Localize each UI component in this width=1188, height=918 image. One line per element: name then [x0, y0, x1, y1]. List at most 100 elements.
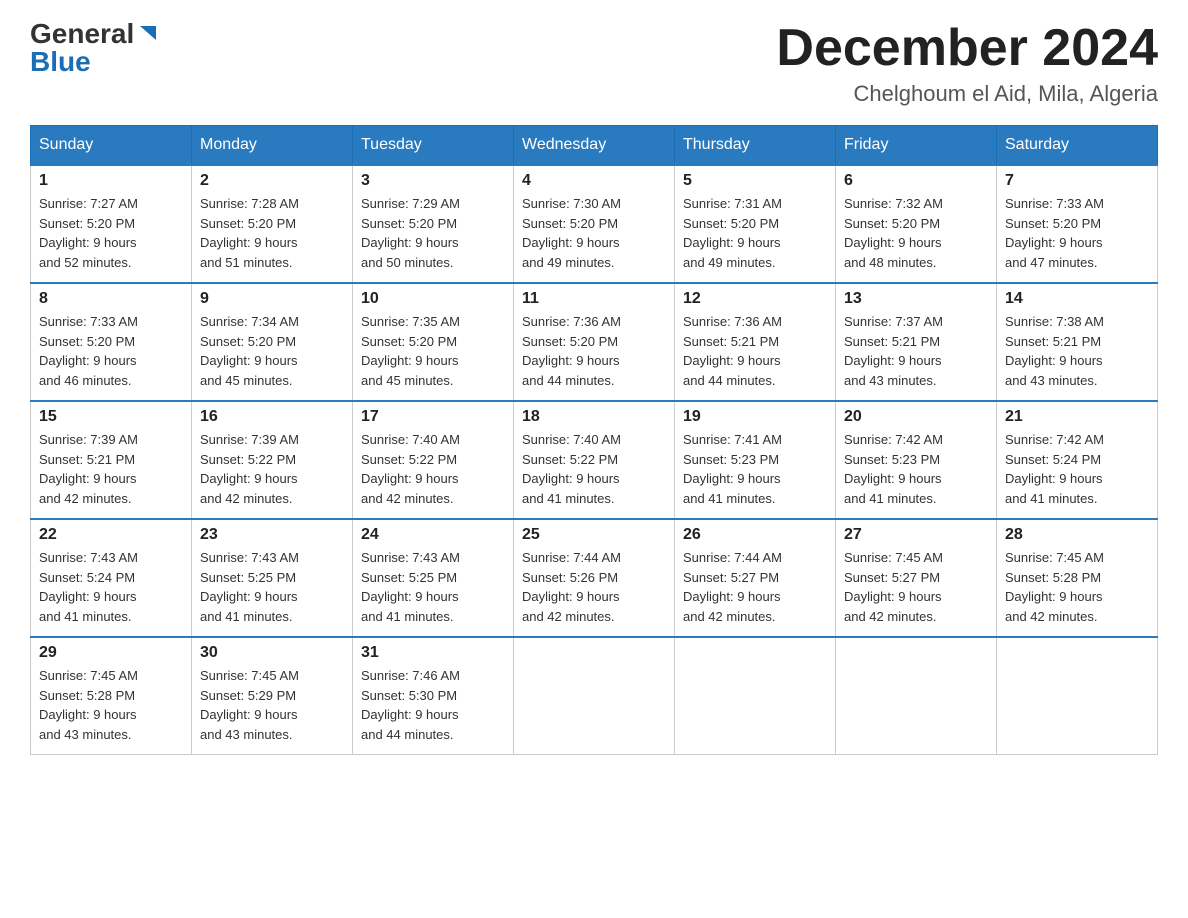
- day-info: Sunrise: 7:37 AM Sunset: 5:21 PM Dayligh…: [844, 312, 988, 390]
- day-number: 30: [200, 644, 344, 662]
- month-title: December 2024: [776, 20, 1158, 77]
- day-info: Sunrise: 7:41 AM Sunset: 5:23 PM Dayligh…: [683, 430, 827, 508]
- calendar-cell: [836, 637, 997, 755]
- day-number: 20: [844, 408, 988, 426]
- day-number: 2: [200, 172, 344, 190]
- day-info: Sunrise: 7:36 AM Sunset: 5:20 PM Dayligh…: [522, 312, 666, 390]
- day-number: 13: [844, 290, 988, 308]
- calendar-cell: 15 Sunrise: 7:39 AM Sunset: 5:21 PM Dayl…: [31, 401, 192, 519]
- weekday-header-monday: Monday: [192, 126, 353, 166]
- calendar-cell: 9 Sunrise: 7:34 AM Sunset: 5:20 PM Dayli…: [192, 283, 353, 401]
- calendar-cell: 5 Sunrise: 7:31 AM Sunset: 5:20 PM Dayli…: [675, 165, 836, 283]
- calendar-cell: 26 Sunrise: 7:44 AM Sunset: 5:27 PM Dayl…: [675, 519, 836, 637]
- day-number: 8: [39, 290, 183, 308]
- day-info: Sunrise: 7:39 AM Sunset: 5:21 PM Dayligh…: [39, 430, 183, 508]
- weekday-header-sunday: Sunday: [31, 126, 192, 166]
- day-info: Sunrise: 7:45 AM Sunset: 5:29 PM Dayligh…: [200, 666, 344, 744]
- logo: General Blue: [30, 20, 158, 76]
- calendar-cell: [514, 637, 675, 755]
- day-number: 24: [361, 526, 505, 544]
- calendar-cell: 12 Sunrise: 7:36 AM Sunset: 5:21 PM Dayl…: [675, 283, 836, 401]
- day-info: Sunrise: 7:42 AM Sunset: 5:23 PM Dayligh…: [844, 430, 988, 508]
- calendar-cell: 10 Sunrise: 7:35 AM Sunset: 5:20 PM Dayl…: [353, 283, 514, 401]
- calendar-cell: 20 Sunrise: 7:42 AM Sunset: 5:23 PM Dayl…: [836, 401, 997, 519]
- day-number: 11: [522, 290, 666, 308]
- day-number: 28: [1005, 526, 1149, 544]
- calendar-week-row: 1 Sunrise: 7:27 AM Sunset: 5:20 PM Dayli…: [31, 165, 1158, 283]
- calendar-cell: 18 Sunrise: 7:40 AM Sunset: 5:22 PM Dayl…: [514, 401, 675, 519]
- weekday-header-saturday: Saturday: [997, 126, 1158, 166]
- logo-general-text: General: [30, 20, 134, 48]
- title-area: December 2024 Chelghoum el Aid, Mila, Al…: [776, 20, 1158, 107]
- day-info: Sunrise: 7:44 AM Sunset: 5:27 PM Dayligh…: [683, 548, 827, 626]
- day-info: Sunrise: 7:28 AM Sunset: 5:20 PM Dayligh…: [200, 194, 344, 272]
- calendar-cell: 31 Sunrise: 7:46 AM Sunset: 5:30 PM Dayl…: [353, 637, 514, 755]
- day-number: 27: [844, 526, 988, 544]
- day-info: Sunrise: 7:36 AM Sunset: 5:21 PM Dayligh…: [683, 312, 827, 390]
- calendar-week-row: 22 Sunrise: 7:43 AM Sunset: 5:24 PM Dayl…: [31, 519, 1158, 637]
- day-info: Sunrise: 7:45 AM Sunset: 5:28 PM Dayligh…: [1005, 548, 1149, 626]
- day-number: 4: [522, 172, 666, 190]
- calendar-cell: 16 Sunrise: 7:39 AM Sunset: 5:22 PM Dayl…: [192, 401, 353, 519]
- day-number: 19: [683, 408, 827, 426]
- calendar-cell: [675, 637, 836, 755]
- day-number: 18: [522, 408, 666, 426]
- weekday-header-wednesday: Wednesday: [514, 126, 675, 166]
- day-number: 14: [1005, 290, 1149, 308]
- day-number: 7: [1005, 172, 1149, 190]
- calendar-cell: 25 Sunrise: 7:44 AM Sunset: 5:26 PM Dayl…: [514, 519, 675, 637]
- calendar-cell: 28 Sunrise: 7:45 AM Sunset: 5:28 PM Dayl…: [997, 519, 1158, 637]
- calendar-table: SundayMondayTuesdayWednesdayThursdayFrid…: [30, 125, 1158, 755]
- day-number: 25: [522, 526, 666, 544]
- day-number: 26: [683, 526, 827, 544]
- day-number: 21: [1005, 408, 1149, 426]
- day-info: Sunrise: 7:27 AM Sunset: 5:20 PM Dayligh…: [39, 194, 183, 272]
- calendar-cell: [997, 637, 1158, 755]
- calendar-cell: 24 Sunrise: 7:43 AM Sunset: 5:25 PM Dayl…: [353, 519, 514, 637]
- day-info: Sunrise: 7:33 AM Sunset: 5:20 PM Dayligh…: [1005, 194, 1149, 272]
- calendar-cell: 3 Sunrise: 7:29 AM Sunset: 5:20 PM Dayli…: [353, 165, 514, 283]
- day-number: 29: [39, 644, 183, 662]
- calendar-cell: 23 Sunrise: 7:43 AM Sunset: 5:25 PM Dayl…: [192, 519, 353, 637]
- day-number: 6: [844, 172, 988, 190]
- day-info: Sunrise: 7:43 AM Sunset: 5:25 PM Dayligh…: [200, 548, 344, 626]
- day-info: Sunrise: 7:32 AM Sunset: 5:20 PM Dayligh…: [844, 194, 988, 272]
- weekday-header-friday: Friday: [836, 126, 997, 166]
- page-header: General Blue December 2024 Chelghoum el …: [30, 20, 1158, 107]
- day-info: Sunrise: 7:44 AM Sunset: 5:26 PM Dayligh…: [522, 548, 666, 626]
- calendar-cell: 8 Sunrise: 7:33 AM Sunset: 5:20 PM Dayli…: [31, 283, 192, 401]
- day-info: Sunrise: 7:31 AM Sunset: 5:20 PM Dayligh…: [683, 194, 827, 272]
- day-number: 22: [39, 526, 183, 544]
- calendar-week-row: 15 Sunrise: 7:39 AM Sunset: 5:21 PM Dayl…: [31, 401, 1158, 519]
- calendar-cell: 1 Sunrise: 7:27 AM Sunset: 5:20 PM Dayli…: [31, 165, 192, 283]
- calendar-cell: 30 Sunrise: 7:45 AM Sunset: 5:29 PM Dayl…: [192, 637, 353, 755]
- day-info: Sunrise: 7:35 AM Sunset: 5:20 PM Dayligh…: [361, 312, 505, 390]
- day-info: Sunrise: 7:46 AM Sunset: 5:30 PM Dayligh…: [361, 666, 505, 744]
- day-number: 31: [361, 644, 505, 662]
- calendar-cell: 27 Sunrise: 7:45 AM Sunset: 5:27 PM Dayl…: [836, 519, 997, 637]
- day-info: Sunrise: 7:33 AM Sunset: 5:20 PM Dayligh…: [39, 312, 183, 390]
- day-number: 16: [200, 408, 344, 426]
- day-number: 12: [683, 290, 827, 308]
- logo-triangle-icon: [136, 22, 158, 44]
- day-number: 10: [361, 290, 505, 308]
- calendar-week-row: 8 Sunrise: 7:33 AM Sunset: 5:20 PM Dayli…: [31, 283, 1158, 401]
- weekday-header-thursday: Thursday: [675, 126, 836, 166]
- day-info: Sunrise: 7:38 AM Sunset: 5:21 PM Dayligh…: [1005, 312, 1149, 390]
- day-info: Sunrise: 7:42 AM Sunset: 5:24 PM Dayligh…: [1005, 430, 1149, 508]
- location-title: Chelghoum el Aid, Mila, Algeria: [776, 81, 1158, 107]
- day-info: Sunrise: 7:45 AM Sunset: 5:28 PM Dayligh…: [39, 666, 183, 744]
- calendar-cell: 6 Sunrise: 7:32 AM Sunset: 5:20 PM Dayli…: [836, 165, 997, 283]
- calendar-cell: 11 Sunrise: 7:36 AM Sunset: 5:20 PM Dayl…: [514, 283, 675, 401]
- day-info: Sunrise: 7:34 AM Sunset: 5:20 PM Dayligh…: [200, 312, 344, 390]
- calendar-cell: 2 Sunrise: 7:28 AM Sunset: 5:20 PM Dayli…: [192, 165, 353, 283]
- day-info: Sunrise: 7:40 AM Sunset: 5:22 PM Dayligh…: [522, 430, 666, 508]
- calendar-cell: 22 Sunrise: 7:43 AM Sunset: 5:24 PM Dayl…: [31, 519, 192, 637]
- day-number: 17: [361, 408, 505, 426]
- day-info: Sunrise: 7:45 AM Sunset: 5:27 PM Dayligh…: [844, 548, 988, 626]
- weekday-header-row: SundayMondayTuesdayWednesdayThursdayFrid…: [31, 126, 1158, 166]
- day-info: Sunrise: 7:43 AM Sunset: 5:24 PM Dayligh…: [39, 548, 183, 626]
- day-number: 9: [200, 290, 344, 308]
- day-info: Sunrise: 7:43 AM Sunset: 5:25 PM Dayligh…: [361, 548, 505, 626]
- calendar-cell: 4 Sunrise: 7:30 AM Sunset: 5:20 PM Dayli…: [514, 165, 675, 283]
